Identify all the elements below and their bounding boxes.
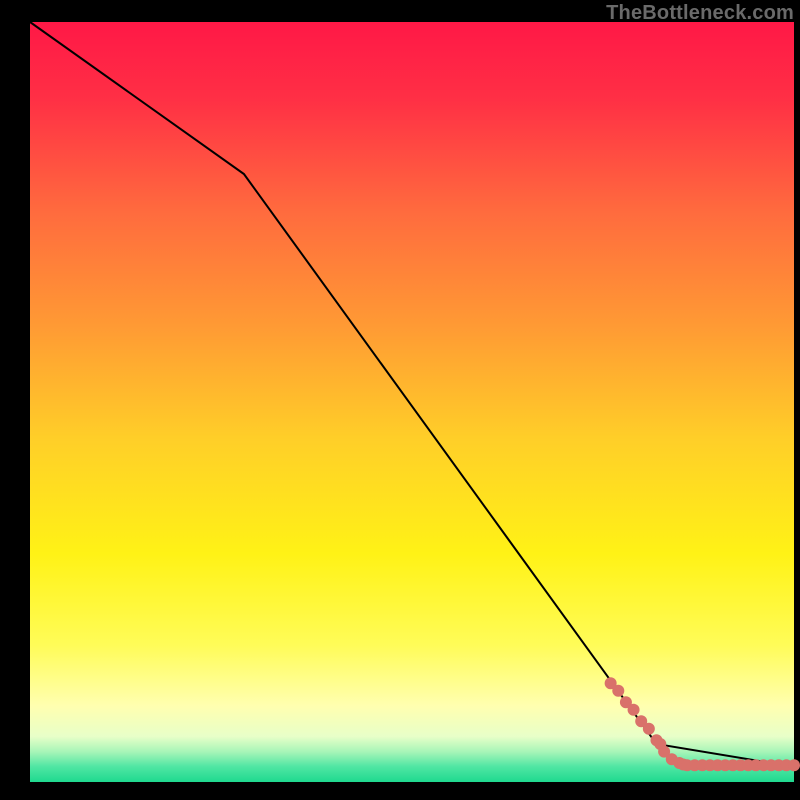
marker-point [788,759,800,771]
marker-point [612,685,624,697]
marker-point [643,723,655,735]
watermark-label: TheBottleneck.com [606,2,794,25]
chart-svg [0,0,800,800]
marker-point [628,704,640,716]
chart-root: TheBottleneck.com [0,0,800,800]
plot-background [30,22,794,782]
